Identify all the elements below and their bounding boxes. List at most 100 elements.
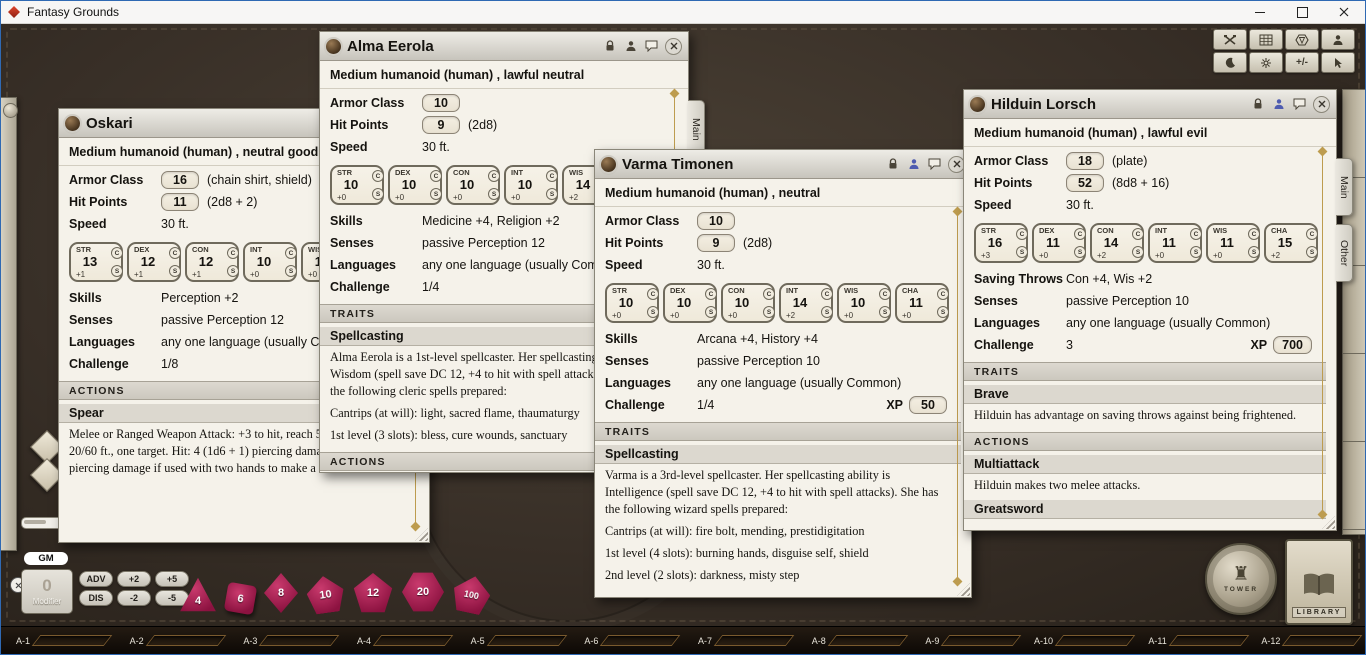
ability-box[interactable]: DEX 11 +0 C S	[1032, 223, 1086, 263]
close-window-button[interactable]	[1313, 96, 1330, 113]
save-roll-button[interactable]: S	[821, 306, 833, 318]
modifier-button[interactable]: -2	[117, 590, 151, 606]
window-header[interactable]: Varma Timonen	[595, 150, 971, 179]
armor-class-value[interactable]: 16	[161, 171, 199, 189]
resize-grip[interactable]	[415, 528, 428, 541]
save-roll-button[interactable]: S	[1016, 246, 1028, 258]
d8-die[interactable]: 8	[264, 573, 298, 613]
save-roll-button[interactable]: S	[1074, 246, 1086, 258]
tables-button[interactable]	[1249, 29, 1283, 50]
tokens-button[interactable]	[1321, 29, 1355, 50]
token-icon[interactable]	[623, 39, 638, 54]
check-roll-button[interactable]: C	[111, 247, 123, 259]
ability-box[interactable]: STR 13 +1 C S	[69, 242, 123, 282]
hotkey-slot-bar[interactable]	[32, 635, 112, 646]
check-roll-button[interactable]: C	[937, 288, 949, 300]
check-roll-button[interactable]: C	[647, 288, 659, 300]
trait-multiattack[interactable]: Multiattack	[964, 455, 1326, 474]
lighting-button[interactable]	[1213, 52, 1247, 73]
save-roll-button[interactable]: S	[1306, 246, 1318, 258]
armor-class-value[interactable]: 10	[422, 94, 460, 112]
modifier-box[interactable]: 0 Modifier	[21, 569, 73, 614]
save-roll-button[interactable]: S	[1132, 246, 1144, 258]
hotkey-slot-bar[interactable]	[1055, 635, 1135, 646]
save-roll-button[interactable]: S	[169, 265, 181, 277]
gm-chat-label[interactable]: GM	[24, 552, 68, 565]
pointer-button[interactable]	[1321, 52, 1355, 73]
d12-die[interactable]: 12	[353, 573, 393, 613]
docked-window-right-edge[interactable]	[1342, 89, 1365, 535]
chat-share-icon[interactable]	[644, 39, 659, 54]
ability-box[interactable]: INT 10 +0 C S	[504, 165, 558, 205]
modifier-button[interactable]: +2	[117, 571, 151, 587]
check-roll-button[interactable]: C	[488, 170, 500, 182]
hotkey-slot-bar[interactable]	[714, 635, 794, 646]
dice-selection-button[interactable]	[1285, 29, 1319, 50]
options-button[interactable]	[1213, 29, 1247, 50]
d4-die[interactable]: 4	[179, 577, 217, 613]
armor-class-value[interactable]: 18	[1066, 152, 1104, 170]
hit-points-value[interactable]: 11	[161, 193, 199, 211]
ability-box[interactable]: DEX 10 +0 C S	[388, 165, 442, 205]
hotkey-slot[interactable]: A-7	[683, 627, 797, 654]
armor-class-value[interactable]: 10	[697, 212, 735, 230]
ability-box[interactable]: INT 11 +0 C S	[1148, 223, 1202, 263]
ability-box[interactable]: STR 10 +0 C S	[330, 165, 384, 205]
hit-points-value[interactable]: 9	[697, 234, 735, 252]
docked-window-left-edge[interactable]	[1, 97, 17, 551]
modifier-button[interactable]: DIS	[79, 590, 113, 606]
ability-box[interactable]: INT 14 +2 C S	[779, 283, 833, 323]
check-roll-button[interactable]: C	[546, 170, 558, 182]
lock-icon[interactable]	[1250, 97, 1265, 112]
modifier-button[interactable]: ADV	[79, 571, 113, 587]
save-roll-button[interactable]: S	[111, 265, 123, 277]
ability-box[interactable]: STR 10 +0 C S	[605, 283, 659, 323]
check-roll-button[interactable]: C	[430, 170, 442, 182]
hotkey-slot[interactable]: A-2	[115, 627, 229, 654]
ability-box[interactable]: CHA 15 +2 C S	[1264, 223, 1318, 263]
sheet-side-tab[interactable]: Other	[1336, 224, 1353, 282]
check-roll-button[interactable]: C	[1190, 228, 1202, 240]
trait-brave[interactable]: Brave	[964, 385, 1326, 404]
hotkey-slot-bar[interactable]	[600, 635, 680, 646]
ability-box[interactable]: CON 10 +0 C S	[446, 165, 500, 205]
hotkey-slot[interactable]: A-5	[456, 627, 570, 654]
close-window-button[interactable]	[665, 38, 682, 55]
hotkey-slot[interactable]: A-11	[1138, 627, 1252, 654]
save-roll-button[interactable]: S	[430, 188, 442, 200]
d100-die[interactable]: 100	[450, 573, 494, 617]
d10-die[interactable]: 10	[305, 574, 347, 616]
ability-box[interactable]: CON 10 +0 C S	[721, 283, 775, 323]
ability-box[interactable]: CHA 11 +0 C S	[895, 283, 949, 323]
modifiers-button[interactable]: +/-	[1285, 52, 1319, 73]
save-roll-button[interactable]: S	[1248, 246, 1260, 258]
save-roll-button[interactable]: S	[1190, 246, 1202, 258]
ability-box[interactable]: WIS 11 +0 C S	[1206, 223, 1260, 263]
hotkey-slot-bar[interactable]	[486, 635, 566, 646]
hotkey-slot[interactable]: A-9	[910, 627, 1024, 654]
check-roll-button[interactable]: C	[879, 288, 891, 300]
ability-box[interactable]: STR 16 +3 C S	[974, 223, 1028, 263]
ability-box[interactable]: CON 12 +1 C S	[185, 242, 239, 282]
window-header[interactable]: Hilduin Lorsch	[964, 90, 1336, 119]
check-roll-button[interactable]: C	[1306, 228, 1318, 240]
check-roll-button[interactable]: C	[1132, 228, 1144, 240]
settings-button[interactable]	[1249, 52, 1283, 73]
ability-box[interactable]: DEX 10 +0 C S	[663, 283, 717, 323]
check-roll-button[interactable]: C	[1248, 228, 1260, 240]
hotkey-slot-bar[interactable]	[145, 635, 225, 646]
dice-tower-button[interactable]: ♜ TOWER	[1205, 543, 1277, 615]
save-roll-button[interactable]: S	[879, 306, 891, 318]
token-icon[interactable]	[1271, 97, 1286, 112]
check-roll-button[interactable]: C	[763, 288, 775, 300]
hotkey-slot[interactable]: A-4	[342, 627, 456, 654]
save-roll-button[interactable]: S	[546, 188, 558, 200]
hotkey-slot-bar[interactable]	[1168, 635, 1248, 646]
xp-value[interactable]: 50	[909, 396, 947, 414]
d20-die[interactable]: 20	[402, 571, 444, 613]
docked-window-knob[interactable]	[3, 103, 18, 118]
check-roll-button[interactable]: C	[1074, 228, 1086, 240]
close-button[interactable]	[1323, 1, 1365, 23]
check-roll-button[interactable]: C	[372, 170, 384, 182]
hotkey-slot-bar[interactable]	[259, 635, 339, 646]
